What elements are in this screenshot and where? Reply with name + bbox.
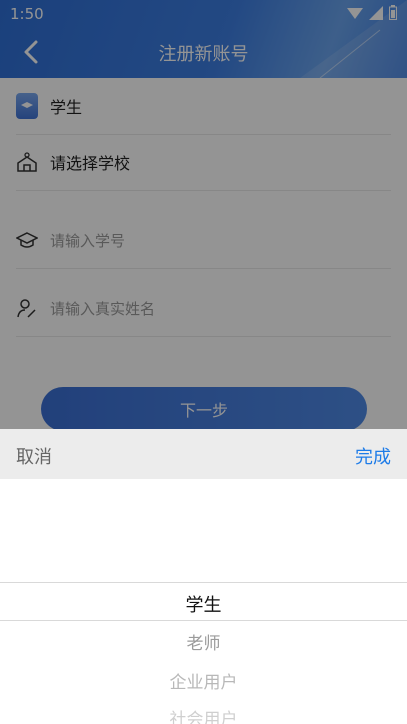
role-picker-wheel[interactable]: 学生 老师 企业用户 社会用户 bbox=[0, 479, 407, 724]
picker-option[interactable]: 老师 bbox=[0, 629, 407, 654]
picker-option[interactable]: 社会用户 bbox=[0, 705, 407, 724]
picker-selection-bottom-line bbox=[0, 620, 407, 621]
picker-option-selected[interactable]: 学生 bbox=[0, 591, 407, 617]
role-picker-sheet: 取消 完成 学生 老师 企业用户 社会用户 bbox=[0, 429, 407, 724]
cancel-button[interactable]: 取消 bbox=[16, 443, 52, 469]
picker-toolbar: 取消 完成 bbox=[0, 429, 407, 479]
picker-option[interactable]: 企业用户 bbox=[0, 668, 407, 693]
picker-selection-top-line bbox=[0, 582, 407, 583]
done-button[interactable]: 完成 bbox=[355, 443, 391, 469]
